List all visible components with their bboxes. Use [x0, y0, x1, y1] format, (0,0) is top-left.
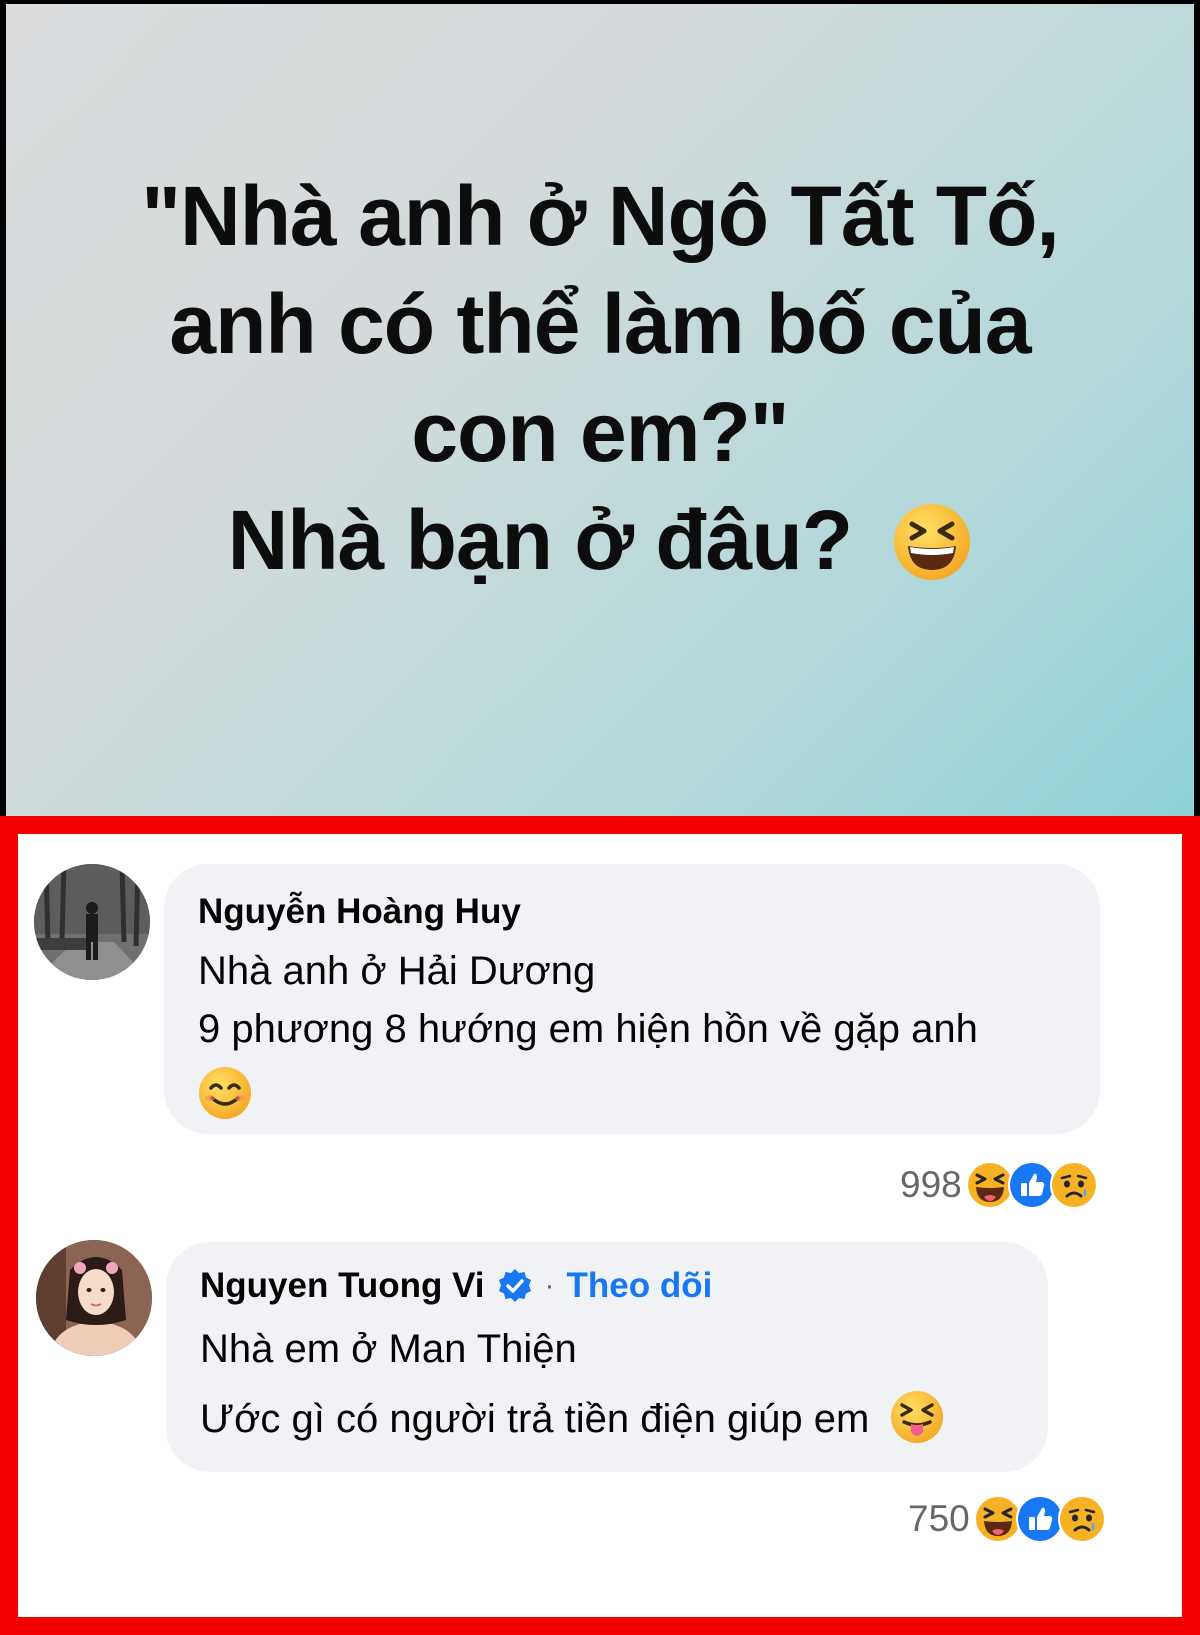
tongue-squint-emoji [890, 1390, 944, 1444]
author-name[interactable]: Nguyen Tuong Vi [200, 1264, 485, 1308]
comment-author[interactable]: Nguyen Tuong Vi · Theo dõi [200, 1264, 1014, 1308]
reaction-count: 750 [908, 1498, 970, 1539]
verified-badge-icon [497, 1268, 533, 1304]
post-line-4-text: Nhà bạn ở đâu? [227, 492, 853, 587]
comment-line: Ước gì có người trả tiền điện giúp em [200, 1397, 870, 1441]
laughing-squint-emoji [892, 502, 972, 582]
like-reaction-icon [1007, 1161, 1056, 1209]
reactions-summary[interactable]: 998 [900, 1160, 1098, 1210]
separator-dot: · [544, 1269, 555, 1302]
avatar-nguyen-hoang-huy[interactable] [34, 864, 150, 980]
post-text: "Nhà anh ở Ngô Tất Tố, anh có thể làm bố… [141, 162, 1060, 594]
comment-line: 9 phương 8 hướng em hiện hồn về gặp anh [198, 1007, 978, 1051]
post-line-4: Nhà bạn ở đâu? [141, 486, 1059, 594]
follow-button[interactable]: Theo dõi [567, 1264, 713, 1308]
comments-section: Nguyễn Hoàng Huy Nhà anh ở Hải Dương 9 p… [0, 816, 1200, 1635]
post-line-1: "Nhà anh ở Ngô Tất Tố, [141, 168, 1060, 263]
comment-line: Nhà anh ở Hải Dương [198, 949, 596, 993]
sad-reaction-icon [1049, 1161, 1098, 1209]
comment-line: Nhà em ở Man Thiện [200, 1327, 577, 1371]
comment-line-with-emoji: Ước gì có người trả tiền điện giúp em [200, 1390, 1014, 1448]
comment-author[interactable]: Nguyễn Hoàng Huy [198, 890, 1066, 934]
like-reaction-icon [1015, 1495, 1064, 1543]
post-image: "Nhà anh ở Ngô Tất Tố, anh có thể làm bố… [6, 4, 1194, 816]
author-name[interactable]: Nguyễn Hoàng Huy [198, 890, 521, 934]
reaction-count: 998 [900, 1164, 962, 1205]
comment-emoji-line [198, 1058, 1066, 1120]
haha-reaction-icon [965, 1161, 1014, 1209]
avatar-nguyen-tuong-vi[interactable] [36, 1240, 152, 1356]
smiling-face-emoji [198, 1066, 252, 1120]
comment-bubble-2[interactable]: Nguyen Tuong Vi · Theo dõi Nhà em ở Man … [166, 1242, 1048, 1472]
post-line-3: con em?" [411, 384, 789, 479]
reactions-summary[interactable]: 750 [908, 1494, 1106, 1544]
comment-bubble-1[interactable]: Nguyễn Hoàng Huy Nhà anh ở Hải Dương 9 p… [164, 864, 1100, 1134]
post-line-2: anh có thể làm bố của [169, 276, 1031, 371]
sad-reaction-icon [1057, 1495, 1106, 1543]
haha-reaction-icon [973, 1495, 1022, 1543]
